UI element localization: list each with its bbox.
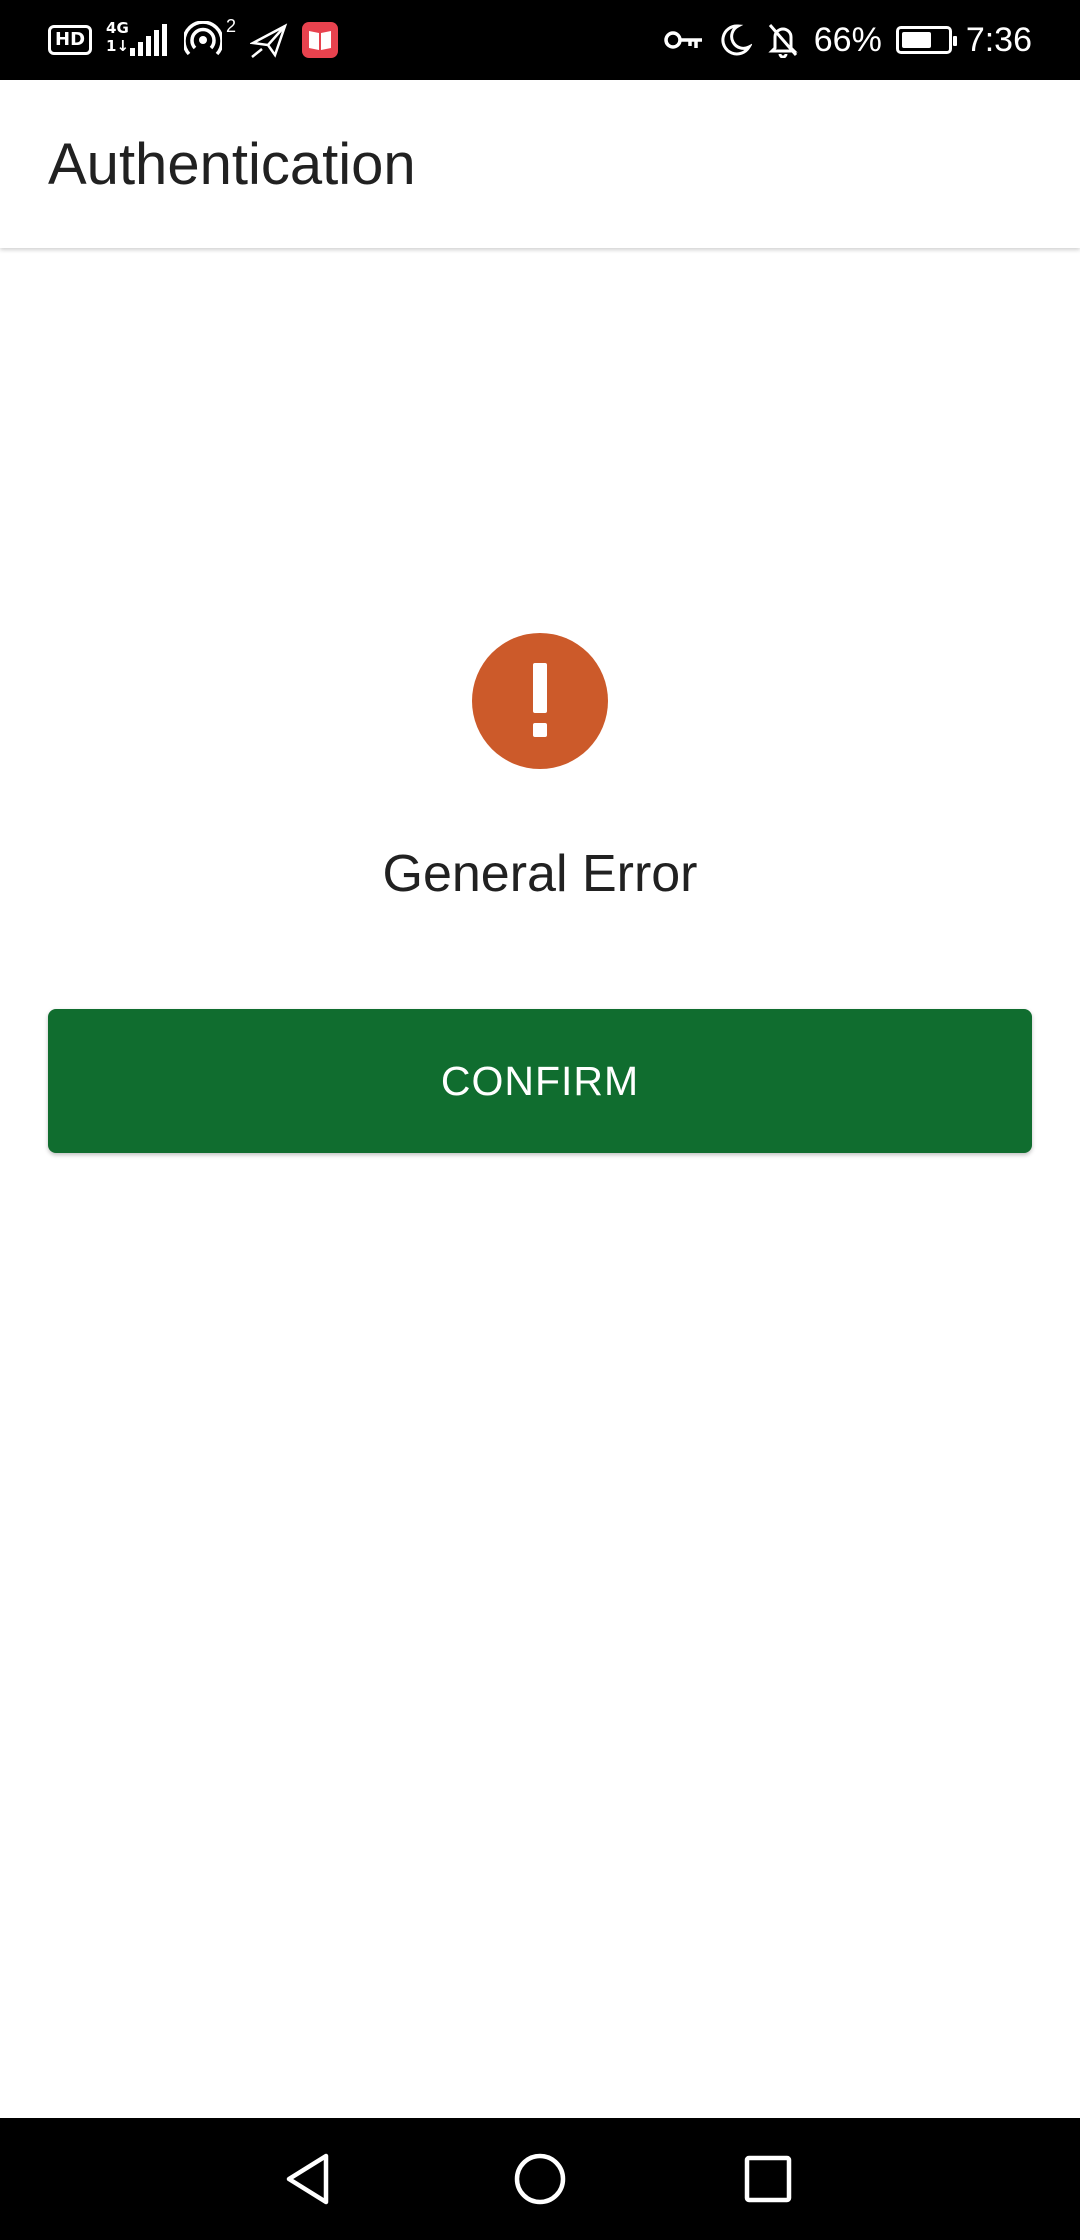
airplane-icon [250, 21, 288, 59]
hd-icon: HD [48, 25, 93, 55]
back-button[interactable] [228, 2118, 388, 2240]
status-right-group: 66% 7:36 [664, 21, 1032, 60]
book-app-icon [302, 22, 339, 58]
hotspot-count: 2 [226, 15, 237, 36]
home-button[interactable] [460, 2118, 620, 2240]
exclamation-icon [472, 633, 608, 769]
battery-fill [901, 32, 931, 48]
bell-off-icon [766, 22, 800, 58]
battery-icon [895, 26, 957, 54]
status-bar: HD 4G 1↓ 2 66% 7:36 [0, 0, 1080, 80]
main-content: General Error CONFIRM [0, 248, 1080, 2118]
status-left-group: HD 4G 1↓ 2 [48, 16, 339, 60]
confirm-button-label: CONFIRM [440, 1057, 640, 1104]
key-icon [664, 27, 704, 53]
page-title: Authentication [48, 131, 416, 197]
battery-percent: 66% [813, 20, 882, 59]
signal-icon: 4G 1↓ [106, 20, 170, 60]
recents-button[interactable] [688, 2118, 848, 2240]
moon-icon [718, 23, 752, 57]
confirm-button[interactable]: CONFIRM [48, 1009, 1032, 1153]
error-message: General Error [382, 845, 698, 903]
hotspot-icon [184, 21, 223, 59]
recents-icon [744, 2155, 792, 2203]
network-type-label: 4G [106, 19, 129, 37]
clock: 7:36 [965, 20, 1032, 59]
app-bar: Authentication [0, 80, 1080, 248]
back-icon [286, 2153, 329, 2205]
navigation-bar [0, 2118, 1080, 2240]
home-icon [514, 2153, 566, 2205]
